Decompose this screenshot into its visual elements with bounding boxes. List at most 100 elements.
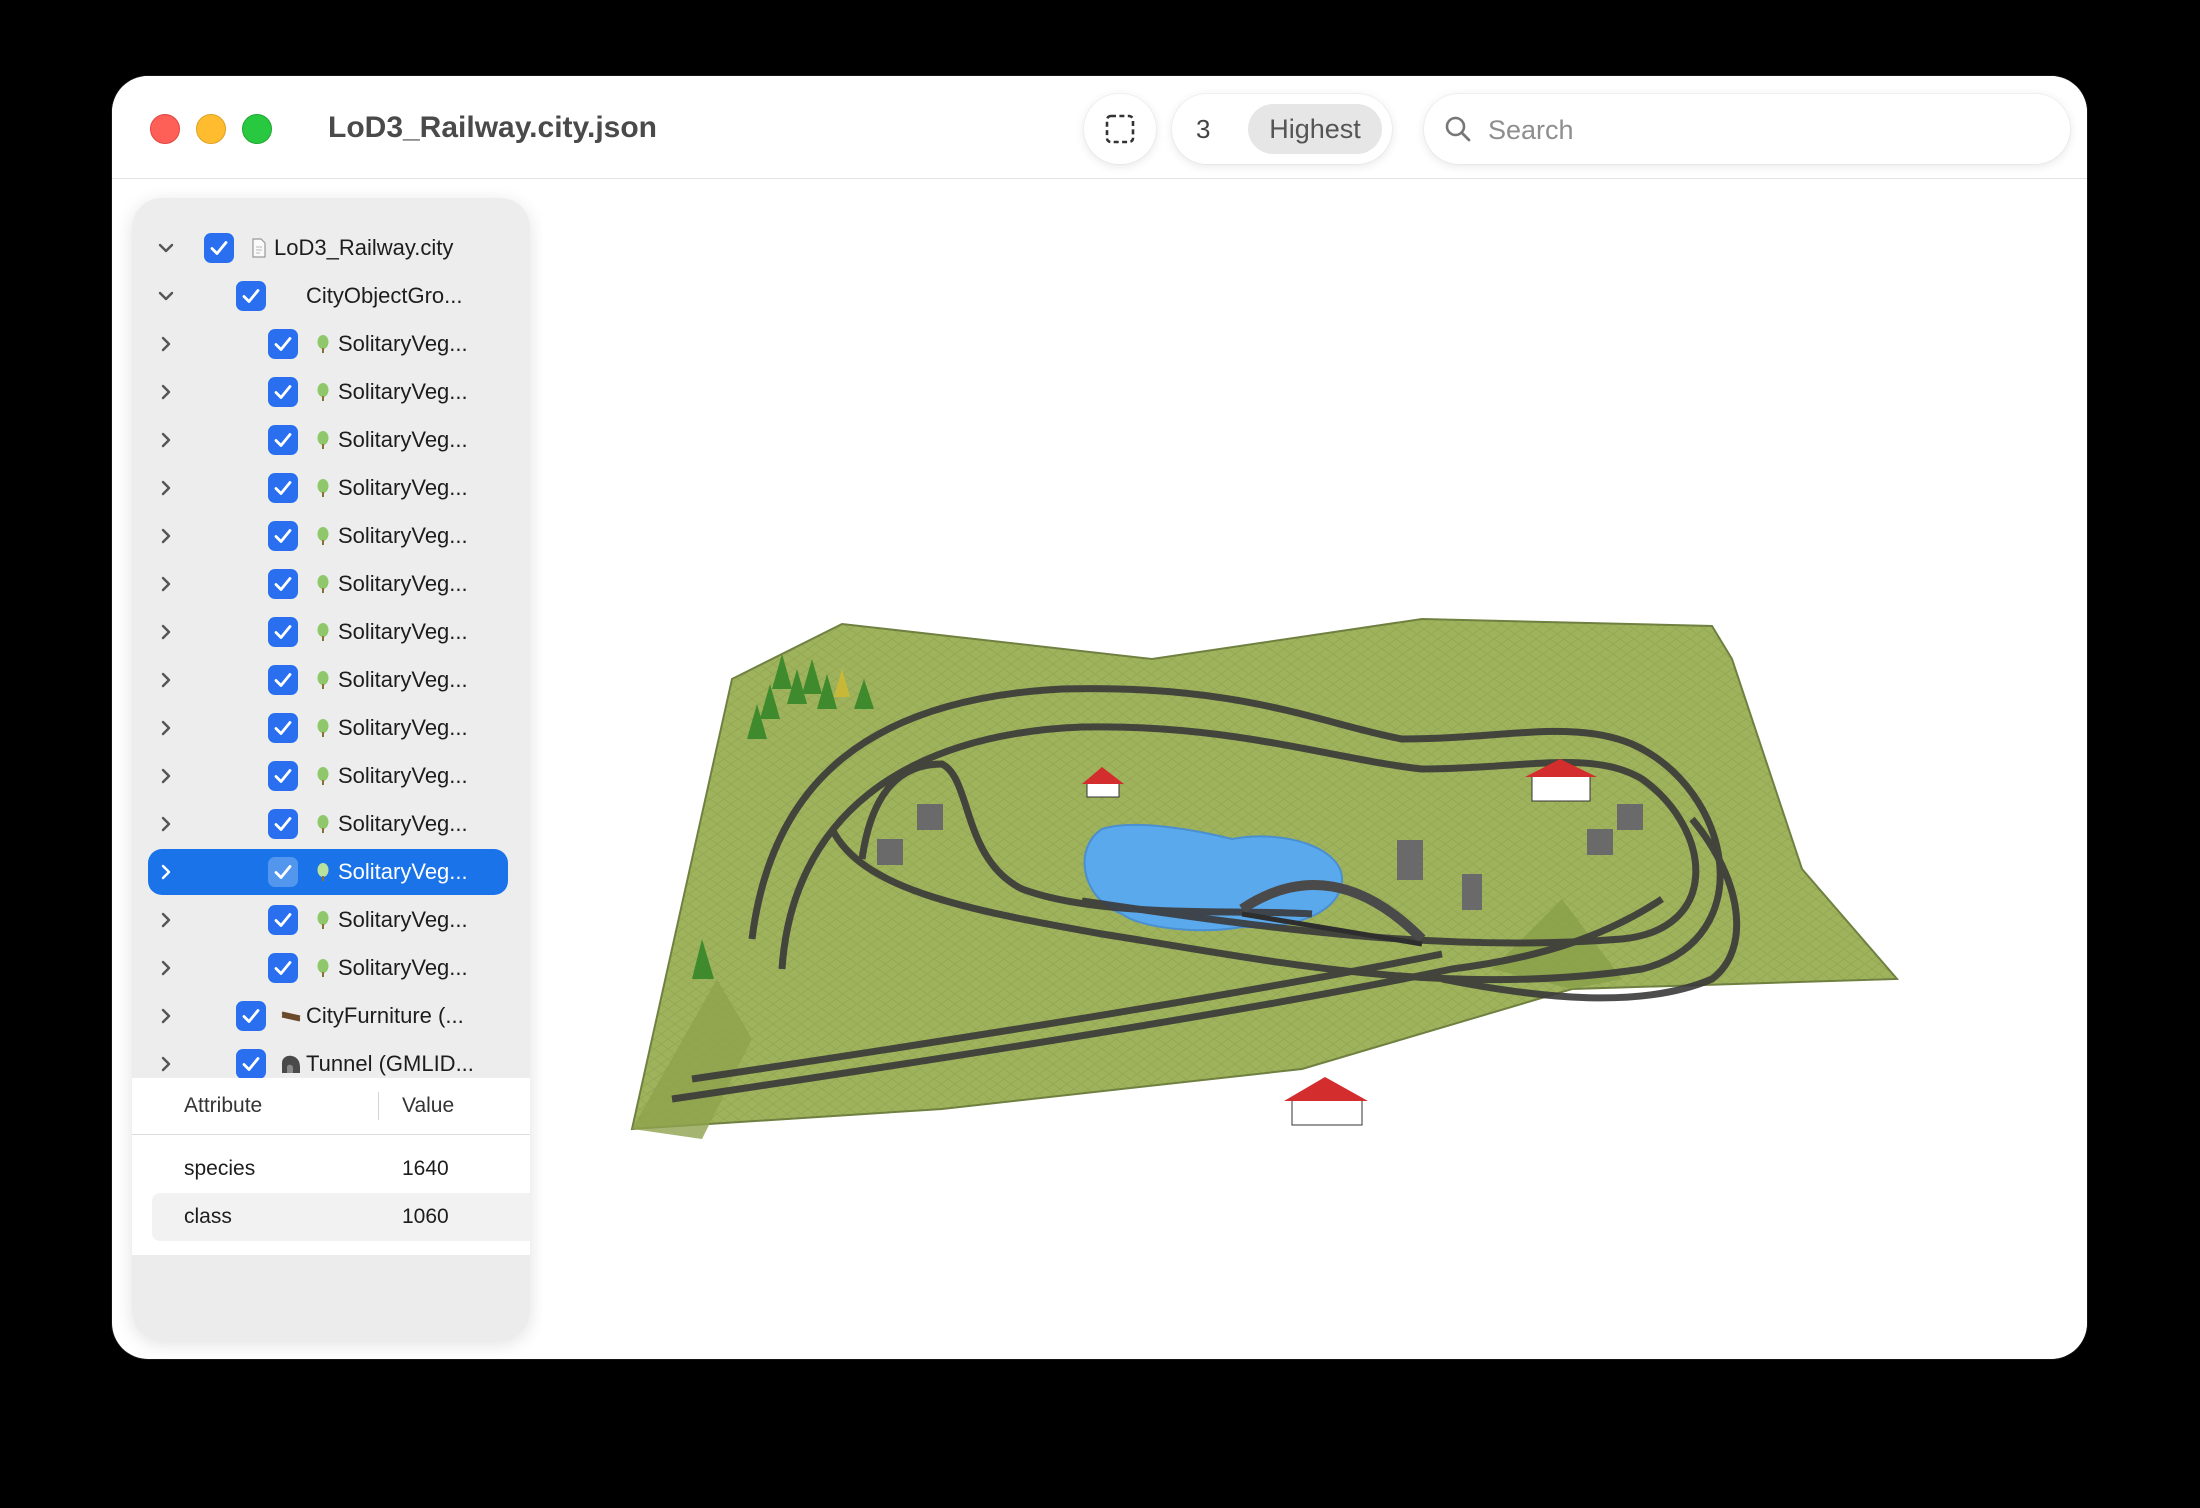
chevron-right-icon[interactable] — [156, 718, 176, 738]
app-window: LoD3_Railway.city.json 3 Highest LoD3_Ra… — [112, 76, 2087, 1359]
tree-item[interactable]: SolitaryVeg... — [132, 656, 530, 704]
tree-item[interactable]: SolitaryVeg... — [132, 512, 530, 560]
chevron-right-icon[interactable] — [156, 910, 176, 930]
visibility-checkbox[interactable] — [268, 857, 298, 887]
visibility-checkbox[interactable] — [268, 473, 298, 503]
chevron-right-icon[interactable] — [156, 574, 176, 594]
zoom-window-button[interactable] — [242, 114, 272, 144]
visibility-checkbox[interactable] — [268, 521, 298, 551]
tree-item-label: SolitaryVeg... — [338, 427, 468, 452]
visibility-checkbox[interactable] — [268, 425, 298, 455]
visibility-checkbox[interactable] — [268, 569, 298, 599]
tree-icon — [317, 911, 329, 929]
bench-icon — [281, 1011, 301, 1022]
visibility-checkbox[interactable] — [268, 665, 298, 695]
attribute-column-header[interactable]: Attribute — [184, 1078, 262, 1134]
tree-item[interactable]: CityFurniture (... — [132, 992, 530, 1040]
visibility-checkbox[interactable] — [268, 905, 298, 935]
search-icon — [1445, 116, 1471, 142]
chevron-right-icon[interactable] — [156, 382, 176, 402]
checkmark-icon — [242, 1009, 260, 1023]
search-input[interactable] — [1486, 104, 2050, 156]
tree-item[interactable]: SolitaryVeg... — [132, 752, 530, 800]
value-column-header[interactable]: Value — [402, 1078, 454, 1134]
checkmark-icon — [274, 769, 292, 783]
checkmark-icon — [274, 433, 292, 447]
sidebar: LoD3_Railway.city CityObjectGro... Solitar… — [132, 198, 530, 1340]
document-icon — [252, 238, 266, 258]
tree-item[interactable]: LoD3_Railway.city — [132, 224, 530, 272]
visibility-checkbox[interactable] — [236, 1001, 266, 1031]
checkmark-icon — [274, 865, 292, 879]
chevron-right-icon[interactable] — [156, 814, 176, 834]
tree-item[interactable]: SolitaryVeg... — [132, 848, 530, 896]
tree-item[interactable]: SolitaryVeg... — [132, 608, 530, 656]
tree-icon — [317, 719, 329, 737]
column-divider[interactable] — [378, 1092, 379, 1120]
visibility-checkbox[interactable] — [268, 809, 298, 839]
visibility-checkbox[interactable] — [236, 1049, 266, 1079]
chevron-right-icon[interactable] — [156, 766, 176, 786]
visibility-checkbox[interactable] — [268, 329, 298, 359]
attribute-value: 1640 — [402, 1157, 449, 1180]
tree-item[interactable]: SolitaryVeg... — [132, 896, 530, 944]
attribute-row[interactable]: class 1060 — [152, 1193, 530, 1241]
visibility-checkbox[interactable] — [236, 281, 266, 311]
visibility-checkbox[interactable] — [204, 233, 234, 263]
close-window-button[interactable] — [150, 114, 180, 144]
selection-tool-button[interactable] — [1084, 94, 1156, 164]
tree-item-label: SolitaryVeg... — [338, 955, 468, 980]
tree-item[interactable]: SolitaryVeg... — [132, 704, 530, 752]
chevron-right-icon[interactable] — [156, 478, 176, 498]
tree-item[interactable]: CityObjectGro... — [132, 272, 530, 320]
checkmark-icon — [210, 241, 228, 255]
visibility-checkbox[interactable] — [268, 713, 298, 743]
chevron-right-icon[interactable] — [156, 1054, 176, 1074]
tunnel-icon — [282, 1055, 300, 1073]
tree-item[interactable]: SolitaryVeg... — [132, 416, 530, 464]
tree-item-label: SolitaryVeg... — [338, 331, 468, 356]
chevron-right-icon[interactable] — [156, 622, 176, 642]
tree-item[interactable]: SolitaryVeg... — [132, 944, 530, 992]
chevron-right-icon[interactable] — [156, 1006, 176, 1026]
tree-item[interactable]: SolitaryVeg... — [132, 800, 530, 848]
chevron-right-icon[interactable] — [156, 334, 176, 354]
chevron-down-icon[interactable] — [156, 286, 176, 306]
chevron-right-icon[interactable] — [156, 526, 176, 546]
checkmark-icon — [274, 337, 292, 351]
lod-value[interactable]: 3 — [1196, 94, 1210, 164]
tree-item[interactable]: SolitaryVeg... — [132, 560, 530, 608]
visibility-checkbox[interactable] — [268, 953, 298, 983]
tree-item[interactable]: SolitaryVeg... — [132, 464, 530, 512]
checkmark-icon — [274, 913, 292, 927]
checkmark-icon — [274, 673, 292, 687]
checkmark-icon — [274, 625, 292, 639]
3d-viewport[interactable] — [542, 179, 2087, 1359]
tree-item-label: SolitaryVeg... — [338, 859, 468, 884]
tree-item-label: SolitaryVeg... — [338, 715, 468, 740]
chevron-right-icon[interactable] — [156, 862, 176, 882]
visibility-checkbox[interactable] — [268, 377, 298, 407]
tree-icon — [317, 815, 329, 833]
tree-icon — [317, 479, 329, 497]
tree-icon — [317, 575, 329, 593]
attribute-row[interactable]: species 1640 — [152, 1145, 530, 1193]
tree-item-label: SolitaryVeg... — [338, 811, 468, 836]
object-tree: LoD3_Railway.city CityObjectGro... Solitar… — [132, 198, 530, 1079]
minimize-window-button[interactable] — [196, 114, 226, 144]
chevron-down-icon[interactable] — [156, 238, 176, 258]
visibility-checkbox[interactable] — [268, 617, 298, 647]
chevron-right-icon[interactable] — [156, 958, 176, 978]
tree-item[interactable]: SolitaryVeg... — [132, 320, 530, 368]
checkmark-icon — [274, 817, 292, 831]
tree-icon — [317, 335, 329, 353]
tree-item[interactable]: SolitaryVeg... — [132, 368, 530, 416]
visibility-checkbox[interactable] — [268, 761, 298, 791]
tree-item-label: SolitaryVeg... — [338, 475, 468, 500]
search-bar — [1424, 94, 2070, 164]
chevron-right-icon[interactable] — [156, 670, 176, 690]
tree-icon — [317, 527, 329, 545]
lod-mode-button[interactable]: Highest — [1248, 104, 1382, 154]
checkmark-icon — [242, 289, 260, 303]
chevron-right-icon[interactable] — [156, 430, 176, 450]
